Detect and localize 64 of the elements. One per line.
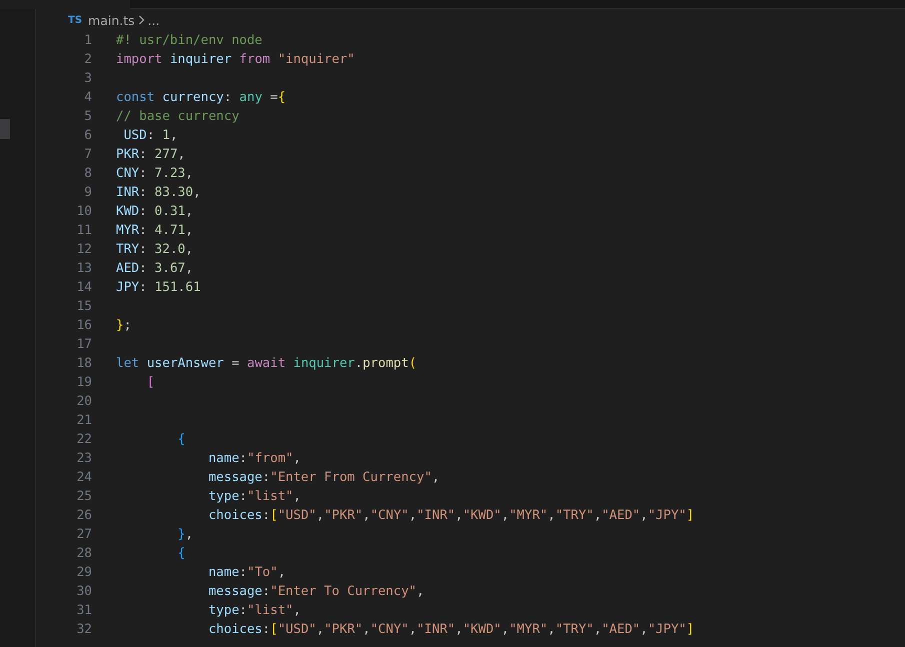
code-line: {: [176, 431, 186, 449]
line-number: 28: [76, 545, 92, 563]
code-line: };: [116, 317, 132, 335]
line-number: 5: [83, 108, 92, 126]
code-line: MYR: 4.71,: [116, 222, 194, 240]
code-line: JPY: 151.61: [116, 279, 201, 297]
line-number: 9: [83, 184, 92, 202]
line-number: 12: [76, 241, 92, 259]
line-number: 18: [76, 355, 92, 373]
breadcrumb-item[interactable]: main.ts: [88, 12, 135, 28]
line-number: 23: [76, 450, 92, 468]
code-line: message:"Enter To Currency",: [207, 583, 424, 601]
code-line: INR: 83.30,: [116, 184, 201, 202]
scrollbar-thumb[interactable]: [0, 119, 10, 139]
line-number: 16: [76, 317, 92, 335]
breadcrumb-item[interactable]: ...: [148, 12, 160, 28]
line-number: 32: [76, 621, 92, 639]
line-number: 29: [76, 564, 92, 582]
line-number: 20: [76, 393, 92, 411]
file-type-label: TS: [68, 14, 82, 26]
line-number: 19: [76, 374, 92, 392]
line-number: 31: [76, 602, 92, 620]
line-number: 15: [76, 298, 92, 316]
code-line: type:"list",: [207, 488, 301, 506]
line-number: 7: [83, 146, 92, 164]
code-line: },: [176, 526, 194, 544]
line-number: 14: [76, 279, 92, 297]
line-number: 27: [76, 526, 92, 544]
line-number: 26: [76, 507, 92, 525]
code-line: KWD: 0.31,: [116, 203, 194, 221]
code-line: message:"Enter From Currency",: [207, 469, 440, 487]
code-line: [: [146, 374, 155, 392]
line-number: 2: [83, 51, 92, 69]
code-line: choices:["USD","PKR","CNY","INR","KWD","MYR","TRY","AED","JPY"]: [207, 507, 694, 525]
line-number: 8: [83, 165, 92, 183]
code-line: USD: 1,: [122, 127, 178, 145]
line-number: 6: [83, 127, 92, 145]
line-number: 10: [76, 203, 92, 221]
code-line: let userAnswer = await inquirer.prompt(: [116, 355, 417, 373]
code-line: TRY: 32.0,: [116, 241, 194, 259]
line-number: 25: [76, 488, 92, 506]
code-line: CNY: 7.23,: [116, 165, 194, 183]
code-line: name:"To",: [207, 564, 286, 582]
code-line: PKR: 277,: [116, 146, 186, 164]
line-number: 3: [83, 70, 92, 88]
line-number: 17: [76, 336, 92, 354]
line-number: 24: [76, 469, 92, 487]
code-line: type:"list",: [207, 602, 301, 620]
code-line: name:"from",: [207, 450, 301, 468]
code-line: choices:["USD","PKR","CNY","INR","KWD","MYR","TRY","AED","JPY"]: [207, 621, 694, 639]
code-line: {: [176, 545, 186, 563]
line-number: 22: [76, 431, 92, 449]
code-line: #! usr/bin/env node: [116, 32, 262, 50]
line-number: 30: [76, 583, 92, 601]
code-line: const currency: any ={: [116, 89, 286, 107]
chevron-icon: [138, 15, 145, 25]
code-line: import inquirer from "inquirer": [116, 51, 355, 69]
line-number: 1: [83, 32, 92, 50]
line-number: 4: [83, 89, 92, 107]
line-number: 21: [76, 412, 92, 430]
line-number: 11: [76, 222, 92, 240]
code-line: // base currency: [116, 108, 240, 126]
line-number: 13: [76, 260, 92, 278]
code-line: AED: 3.67,: [116, 260, 194, 278]
